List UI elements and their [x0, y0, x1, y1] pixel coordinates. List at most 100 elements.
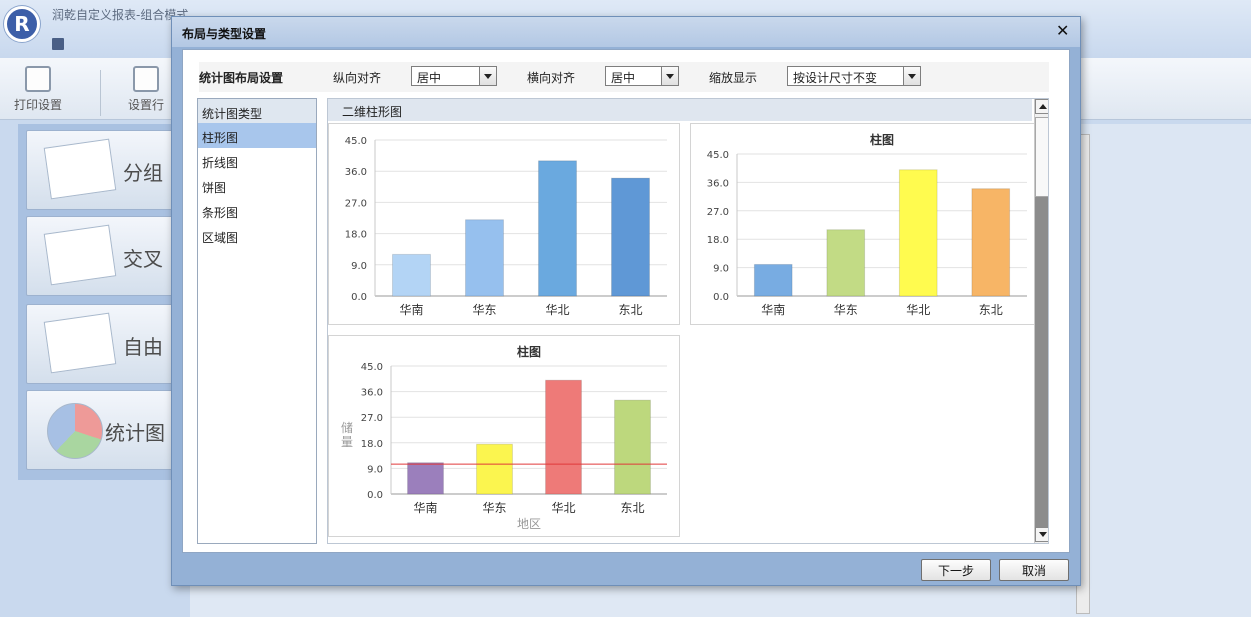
chevron-down-icon[interactable] [479, 67, 496, 85]
cancel-button[interactable]: 取消 [999, 559, 1069, 581]
y-tick-label: 45.0 [707, 150, 729, 161]
y-tick-label: 18.0 [345, 230, 367, 241]
x-axis-label: 地区 [517, 517, 541, 531]
mode-free-card[interactable]: 自由 [26, 304, 176, 384]
chart-bar [971, 188, 1011, 297]
free-report-icon [43, 312, 117, 374]
chart-bar [392, 253, 431, 297]
chart-bar [476, 443, 513, 495]
y-tick-label: 27.0 [345, 198, 367, 209]
mode-free-label: 自由 [123, 335, 163, 359]
x-tick-label: 华南 [761, 302, 785, 317]
chart-type-item-bar[interactable]: 柱形图 [198, 123, 316, 148]
chart-type-item-horizontal-bar[interactable]: 条形图 [198, 198, 316, 223]
dialog-titlebar: 布局与类型设置 ✕ [172, 17, 1080, 47]
chart-style-3-svg: 柱图 0.0 9.0 18.0 27.0 36.0 45.0 华南 华东 华北 东北地区 储量 [341, 344, 667, 531]
y-tick-label: 9.0 [367, 464, 383, 475]
preview-header: 二维柱形图 [328, 99, 1032, 121]
mode-cross-card[interactable]: 交叉 [26, 216, 176, 296]
layout-type-dialog: 布局与类型设置 ✕ 统计图布局设置 纵向对齐 居中 横向对齐 居中 缩放显示 按… [171, 16, 1081, 586]
chart-type-item-area[interactable]: 区域图 [198, 223, 316, 248]
y-axis-label: 量 [341, 435, 353, 449]
chart-style-3[interactable]: 柱图 0.0 9.0 18.0 27.0 36.0 45.0 华南 华东 华北 东北 地区 储量 [328, 335, 680, 537]
y-tick-label: 9.0 [351, 261, 367, 272]
cross-report-icon [43, 224, 117, 286]
chart-title: 柱图 [517, 344, 541, 359]
y-tick-label: 36.0 [345, 167, 367, 178]
next-step-button[interactable]: 下一步 [921, 559, 991, 581]
y-tick-label: 27.0 [361, 413, 383, 424]
y-tick-label: 45.0 [345, 136, 367, 147]
row-height-icon [133, 66, 159, 92]
preview-scrollbar[interactable] [1034, 99, 1048, 543]
scroll-up-icon[interactable] [1035, 99, 1048, 114]
chevron-down-icon[interactable] [903, 67, 920, 85]
mode-chart-label: 统计图 [105, 421, 165, 445]
scroll-down-icon[interactable] [1035, 527, 1048, 542]
horizontal-align-value: 居中 [611, 71, 636, 85]
chart-title: 柱图 [870, 132, 894, 147]
chart-preview-panel: 二维柱形图 0.0 9.0 18.0 27.0 36.0 45.0 华南 华东 华北 东北 柱图 0… [327, 98, 1049, 544]
zoom-select[interactable]: 按设计尺寸不变 [787, 66, 921, 86]
scroll-track[interactable] [1035, 197, 1048, 527]
y-tick-label: 9.0 [713, 264, 729, 275]
scroll-thumb[interactable] [1035, 117, 1048, 197]
dialog-title: 布局与类型设置 [182, 27, 267, 41]
row-setup-label: 设置行 [128, 98, 165, 112]
vertical-align-value: 居中 [417, 71, 442, 85]
print-setup-button[interactable]: 打印设置 [14, 66, 62, 113]
chart-style-2[interactable]: 柱图 0.0 9.0 18.0 27.0 36.0 45.0 华南 华东 华北 东北 [690, 123, 1036, 325]
x-tick-label: 华南 [413, 500, 437, 515]
designer-bottom-strip [190, 586, 1060, 617]
chart-bar [614, 399, 651, 495]
zoom-value: 按设计尺寸不变 [793, 71, 878, 85]
chart-type-list-header: 统计图类型 [198, 99, 316, 123]
y-tick-label: 18.0 [361, 439, 383, 450]
chart-type-item-pie[interactable]: 饼图 [198, 173, 316, 198]
chart-bar [545, 379, 582, 495]
y-tick-label: 0.0 [367, 490, 383, 501]
x-tick-label: 华北 [545, 303, 569, 317]
print-setup-label: 打印设置 [14, 98, 63, 112]
y-axis-label: 储 [341, 420, 353, 435]
chart-bar [753, 263, 793, 297]
x-tick-label: 华东 [482, 501, 506, 515]
chart-style-2-svg: 柱图 0.0 9.0 18.0 27.0 36.0 45.0 华南 华东 华北 东北 [707, 132, 1027, 317]
chevron-down-icon[interactable] [661, 67, 678, 85]
close-icon[interactable]: ✕ [1056, 21, 1069, 40]
y-tick-label: 27.0 [707, 207, 729, 218]
mode-group-label: 分组 [123, 161, 163, 185]
chart-type-list: 统计图类型 柱形图 折线图 饼图 条形图 区域图 [197, 98, 317, 544]
dialog-body: 统计图布局设置 纵向对齐 居中 横向对齐 居中 缩放显示 按设计尺寸不变 统计图… [182, 49, 1070, 553]
zoom-label: 缩放显示 [709, 71, 758, 85]
y-tick-label: 45.0 [361, 362, 383, 373]
chart-bar [407, 462, 444, 495]
layout-settings-title: 统计图布局设置 [199, 71, 284, 85]
x-tick-label: 华东 [834, 303, 858, 317]
y-tick-label: 36.0 [707, 178, 729, 189]
x-tick-label: 华北 [551, 501, 575, 515]
mode-group-card[interactable]: 分组 [26, 130, 176, 210]
x-tick-label: 东北 [620, 501, 644, 515]
y-tick-label: 18.0 [707, 235, 729, 246]
x-tick-label: 东北 [979, 303, 1003, 317]
save-icon[interactable] [52, 38, 64, 50]
horizontal-align-select[interactable]: 居中 [605, 66, 679, 86]
x-tick-label: 华南 [399, 302, 423, 317]
chart-bar [826, 229, 866, 297]
vertical-align-label: 纵向对齐 [333, 71, 382, 85]
pie-chart-icon [47, 403, 103, 459]
horizontal-align-label: 横向对齐 [527, 71, 576, 85]
app-logo-icon: R [4, 6, 40, 42]
x-tick-label: 东北 [618, 303, 642, 317]
layout-settings-bar: 统计图布局设置 纵向对齐 居中 横向对齐 居中 缩放显示 按设计尺寸不变 [199, 62, 1049, 92]
row-setup-button[interactable]: 设置行 [128, 66, 164, 113]
printer-icon [25, 66, 51, 92]
mode-chart-card[interactable]: 统计图 [26, 390, 176, 470]
chart-type-item-line[interactable]: 折线图 [198, 148, 316, 173]
x-tick-label: 华东 [472, 303, 496, 317]
chart-style-1[interactable]: 0.0 9.0 18.0 27.0 36.0 45.0 华南 华东 华北 东北 [328, 123, 680, 325]
group-report-icon [43, 138, 117, 200]
vertical-align-select[interactable]: 居中 [411, 66, 497, 86]
app-title: 润乾自定义报表-组合模式 [52, 8, 189, 22]
